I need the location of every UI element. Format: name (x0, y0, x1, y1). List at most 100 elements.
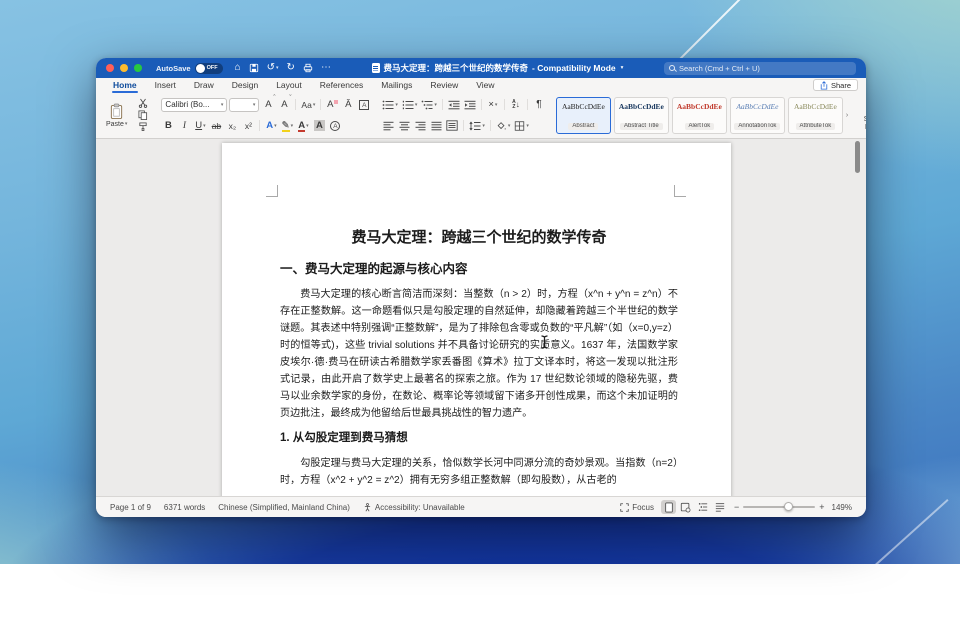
save-icon[interactable] (249, 63, 259, 73)
redo-icon[interactable]: ↻ (287, 63, 295, 73)
zoom-level[interactable]: 149% (832, 503, 852, 512)
style-card-abstract-title[interactable]: AaBbCcDdEe Abstract Title (614, 97, 669, 134)
decrease-indent-icon[interactable] (447, 97, 461, 112)
print-icon[interactable] (303, 63, 313, 73)
numbering-icon[interactable]: ▾ (401, 97, 419, 112)
align-left-icon[interactable] (381, 118, 395, 133)
search-input[interactable]: Search (Cmd + Ctrl + U) (664, 62, 856, 75)
vertical-scrollbar-thumb[interactable] (855, 141, 860, 173)
line-spacing-icon[interactable]: ▾ (468, 118, 486, 133)
show-paragraph-marks-icon[interactable]: ¶ (532, 97, 546, 112)
share-button[interactable]: Share (813, 79, 858, 91)
zoom-out-button[interactable]: − (734, 503, 739, 512)
format-painter-icon[interactable] (135, 121, 151, 133)
fullscreen-button[interactable] (134, 64, 142, 72)
font-color-button[interactable]: A▾ (296, 118, 310, 133)
clear-formatting-button[interactable]: A (325, 97, 339, 112)
font-name-combobox[interactable]: Calibri (Bo... ▾ (161, 98, 227, 112)
bullets-icon[interactable]: ▾ (381, 97, 399, 112)
zoom-slider-thumb[interactable] (784, 502, 793, 511)
close-button[interactable] (106, 64, 114, 72)
zoom-slider[interactable] (743, 506, 815, 508)
shading-icon[interactable]: ▾ (495, 118, 512, 133)
undo-icon[interactable]: ↺▾ (267, 63, 279, 73)
document-page[interactable]: 费马大定理：跨越三个世纪的数学传奇 一、费马大定理的起源与核心内容 费马大定理的… (222, 143, 731, 496)
tab-review[interactable]: Review (421, 78, 467, 93)
word-window: AutoSave OFF ⌂ ↺▾ ↻ ⋯ 费马大定理：跨越三个世纪的数学传奇 … (96, 58, 866, 517)
style-card-abstract[interactable]: AaBbCcDdEe Abstract (556, 97, 611, 134)
view-switcher (661, 500, 727, 514)
zoom-in-button[interactable]: + (819, 503, 824, 512)
language-indicator[interactable]: Chinese (Simplified, Mainland China) (218, 503, 350, 512)
focus-button[interactable]: Focus (620, 503, 654, 512)
borders-icon[interactable]: ▾ (513, 118, 530, 133)
tab-insert[interactable]: Insert (146, 78, 185, 93)
print-layout-view-icon[interactable] (661, 500, 676, 514)
tab-layout[interactable]: Layout (267, 78, 311, 93)
phonetic-guide-button[interactable]: Ă (341, 97, 355, 112)
change-case-button[interactable]: Aa▾ (300, 97, 316, 112)
multilevel-list-icon[interactable]: ▾ (420, 97, 438, 112)
document-text: 费马大定理：跨越三个世纪的数学传奇 一、费马大定理的起源与核心内容 费马大定理的… (280, 228, 678, 489)
copy-icon[interactable] (135, 109, 151, 121)
cut-icon[interactable] (135, 97, 151, 109)
minimize-button[interactable] (120, 64, 128, 72)
increase-indent-icon[interactable] (463, 97, 477, 112)
grow-font-button[interactable]: A (261, 97, 275, 112)
clipboard-small-buttons (135, 96, 151, 134)
focus-icon (620, 503, 629, 512)
accessibility-status[interactable]: Accessibility: Unavailable (363, 503, 465, 512)
word-count[interactable]: 6371 words (164, 503, 205, 512)
tab-home[interactable]: Home (104, 78, 146, 93)
document-heading-2[interactable]: 1. 从勾股定理到费马猜想 (280, 431, 678, 446)
style-card-attributetok[interactable]: AaBbCcDdEe AttributeTok (788, 97, 843, 134)
italic-button[interactable]: I (177, 118, 191, 133)
justify-icon[interactable] (429, 118, 443, 133)
tab-draw[interactable]: Draw (185, 78, 223, 93)
sort-icon[interactable]: AZ ↓ (509, 97, 523, 112)
underline-button[interactable]: U▾ (193, 118, 207, 133)
document-paragraph-2[interactable]: 勾股定理与费马大定理的关系，恰似数学长河中同源分流的奇妙景观。当指数（n=2）时… (280, 455, 678, 489)
align-center-icon[interactable] (397, 118, 411, 133)
asian-layout-icon[interactable]: ×▾ (486, 97, 500, 112)
align-right-icon[interactable] (413, 118, 427, 133)
compatibility-mode-text: - Compatibility Mode (532, 63, 616, 73)
share-label: Share (831, 81, 851, 90)
status-bar-right: Focus − + 149% (620, 500, 852, 514)
accessibility-icon (363, 503, 372, 512)
page-count[interactable]: Page 1 of 9 (110, 503, 151, 512)
shrink-font-button[interactable]: A (277, 97, 291, 112)
more-commands-icon[interactable]: ⋯ (321, 63, 331, 73)
status-bar: Page 1 of 9 6371 words Chinese (Simplifi… (96, 496, 866, 517)
document-paragraph-1[interactable]: 费马大定理的核心断言简洁而深刻：当整数（n > 2）时，方程（x^n + y^n… (280, 286, 678, 422)
autosave-toggle[interactable]: OFF (195, 63, 223, 74)
web-layout-view-icon[interactable] (678, 500, 693, 514)
outline-view-icon[interactable] (695, 500, 710, 514)
home-icon[interactable]: ⌂ (235, 63, 241, 73)
tab-view[interactable]: View (467, 78, 503, 93)
styles-overflow-icon[interactable]: › (846, 112, 848, 119)
subscript-button[interactable]: x₂ (225, 118, 239, 133)
character-shading-button[interactable]: A (312, 118, 326, 133)
draft-view-icon[interactable] (712, 500, 727, 514)
document-heading-1[interactable]: 一、费马大定理的起源与核心内容 (280, 261, 678, 277)
enclose-characters-button[interactable]: A (328, 118, 342, 133)
strikethrough-button[interactable]: ab (209, 118, 223, 133)
bold-button[interactable]: B (161, 118, 175, 133)
search-placeholder: Search (Cmd + Ctrl + U) (679, 64, 760, 73)
style-card-annotationtok[interactable]: AaBbCcDdEe AnnotationTok (730, 97, 785, 134)
tab-mailings[interactable]: Mailings (372, 78, 421, 93)
styles-pane-button[interactable]: Styles Pane (851, 99, 866, 131)
highlight-button[interactable]: ✎▾ (280, 118, 294, 133)
superscript-button[interactable]: x² (241, 118, 255, 133)
character-border-button[interactable]: A (357, 97, 371, 112)
distribute-text-icon[interactable] (445, 118, 459, 133)
text-effects-button[interactable]: A▾ (264, 118, 278, 133)
document-heading-title[interactable]: 费马大定理：跨越三个世纪的数学传奇 (280, 228, 678, 248)
title-chevron-icon[interactable]: ▾ (621, 65, 624, 71)
style-card-alerttok[interactable]: AaBbCcDdEe AlertTok (672, 97, 727, 134)
font-size-combobox[interactable]: ▾ (229, 98, 259, 112)
tab-references[interactable]: References (311, 78, 372, 93)
tab-design[interactable]: Design (223, 78, 267, 93)
paste-button[interactable]: Paste▾ (102, 102, 131, 129)
